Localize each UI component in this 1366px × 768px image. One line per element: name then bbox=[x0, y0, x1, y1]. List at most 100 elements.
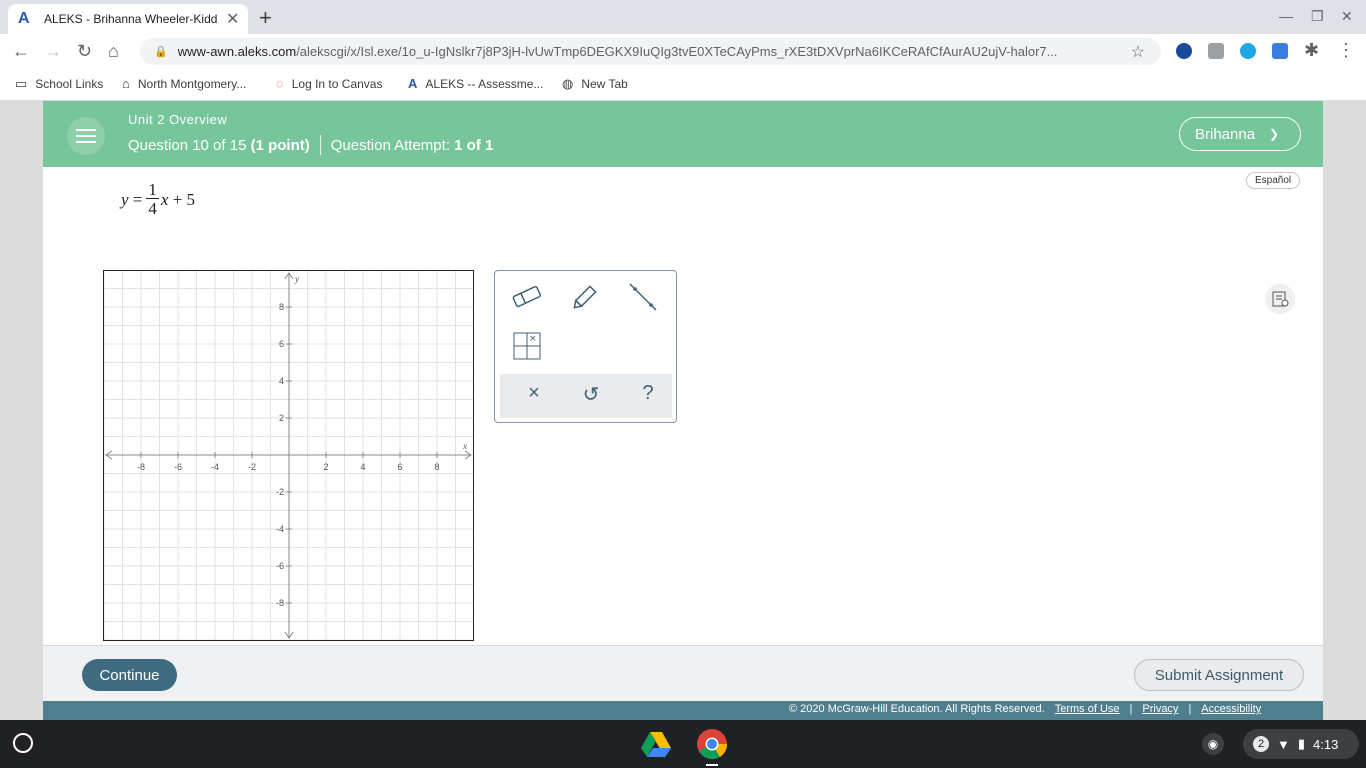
aleks-icon: A bbox=[408, 76, 418, 91]
attempt-value: 1 of 1 bbox=[454, 136, 494, 154]
bookmarks-bar: ▭ School Links ⌂ North Montgomery... ◌ Log … bbox=[0, 68, 1366, 101]
extension-icon[interactable] bbox=[1272, 43, 1288, 59]
graph-tools-panel: × × ↺ ? bbox=[494, 270, 677, 423]
y-tick-label: 2 bbox=[279, 413, 284, 423]
divider bbox=[319, 135, 321, 155]
new-tab-button[interactable]: + bbox=[259, 5, 272, 31]
undo-button[interactable]: ↺ bbox=[576, 382, 606, 407]
svg-text:×: × bbox=[529, 334, 537, 344]
y-tick-label: -6 bbox=[276, 561, 284, 571]
active-app-indicator bbox=[706, 764, 718, 766]
address-bar[interactable]: 🔒 www-awn.aleks.com/alekscgi/x/Isl.exe/1… bbox=[140, 38, 1161, 65]
wifi-icon: ▼ bbox=[1277, 736, 1290, 752]
restore-icon[interactable]: ❐ bbox=[1311, 8, 1324, 25]
user-menu-button[interactable]: Brihanna ❯ bbox=[1179, 117, 1301, 151]
notification-count: 2 bbox=[1253, 736, 1269, 752]
fraction: 1 4 bbox=[146, 180, 159, 218]
school-icon: ⌂ bbox=[122, 76, 130, 91]
x-tick-label: 2 bbox=[323, 462, 328, 472]
os-shelf: ◉ 2 ▼ ▮ 4:13 bbox=[0, 720, 1366, 768]
extensions-puzzle-icon[interactable]: ✱ bbox=[1304, 40, 1319, 61]
line-icon bbox=[629, 283, 657, 311]
bookmark-new-tab[interactable]: ◍ New Tab bbox=[562, 76, 628, 92]
extension-icon[interactable] bbox=[1240, 43, 1256, 59]
lock-icon: 🔒 bbox=[154, 46, 168, 58]
forward-icon[interactable]: → bbox=[44, 41, 62, 62]
battery-icon: ▮ bbox=[1297, 736, 1306, 751]
window-close-icon[interactable]: ✕ bbox=[1341, 8, 1353, 25]
attempt-label: Question Attempt: bbox=[330, 136, 450, 154]
x-tick-label: 4 bbox=[360, 462, 365, 472]
y-tick-label: 8 bbox=[279, 302, 284, 312]
y-tick-label: 6 bbox=[279, 339, 284, 349]
chrome-menu-icon[interactable]: ⋮ bbox=[1337, 40, 1355, 61]
extension-k-icon[interactable] bbox=[1176, 43, 1192, 59]
copyright-text: © 2020 McGraw-Hill Education. All Rights… bbox=[789, 703, 1045, 715]
grid-tool[interactable]: × bbox=[507, 326, 547, 366]
globe-icon: ◍ bbox=[562, 76, 574, 91]
eraser-icon bbox=[512, 285, 541, 308]
x-tick-label: -6 bbox=[174, 462, 182, 472]
aleks-app: Unit 2 Overview Question 10 of 15 (1 poi… bbox=[43, 101, 1323, 720]
y-tick-label: -4 bbox=[276, 524, 284, 534]
pencil-tool[interactable] bbox=[565, 277, 605, 317]
chrome-icon[interactable] bbox=[696, 728, 728, 760]
home-icon[interactable]: ⌂ bbox=[108, 41, 119, 62]
submit-assignment-button[interactable]: Submit Assignment bbox=[1134, 659, 1304, 691]
bookmark-star-icon[interactable]: ☆ bbox=[1131, 42, 1145, 62]
explanation-button[interactable] bbox=[1265, 284, 1295, 314]
reload-icon[interactable]: ↻ bbox=[77, 41, 92, 62]
line-tool[interactable] bbox=[623, 277, 663, 317]
bookmark-school-links[interactable]: ▭ School Links bbox=[15, 76, 103, 92]
y-tick-label: -2 bbox=[276, 487, 284, 497]
y-tick-label: -8 bbox=[276, 598, 284, 608]
chevron-down-icon: ❯ bbox=[1269, 127, 1280, 141]
espanol-button[interactable]: Español bbox=[1246, 172, 1301, 189]
extension-icon[interactable] bbox=[1208, 43, 1224, 59]
privacy-link[interactable]: Privacy bbox=[1142, 703, 1178, 715]
back-icon[interactable]: ← bbox=[12, 41, 30, 62]
unit-title: Unit 2 Overview bbox=[128, 112, 228, 127]
continue-button[interactable]: Continue bbox=[82, 659, 177, 691]
y-axis-label: y bbox=[294, 274, 299, 284]
eraser-tool[interactable] bbox=[507, 277, 547, 317]
canvas-icon: ◌ bbox=[276, 76, 284, 91]
google-drive-icon[interactable] bbox=[640, 730, 672, 758]
bookmark-canvas[interactable]: ◌ Log In to Canvas bbox=[276, 76, 382, 91]
bookmark-north-montgomery[interactable]: ⌂ North Montgomery... bbox=[122, 76, 246, 91]
y-tick-label: 4 bbox=[279, 376, 284, 386]
browser-tab[interactable]: A ALEKS - Brihanna Wheeler-Kidd - ✕ bbox=[8, 4, 248, 34]
question-info: Question 10 of 15 (1 point) Question Att… bbox=[128, 135, 493, 155]
pencil-icon bbox=[573, 285, 597, 309]
x-tick-label: -2 bbox=[248, 462, 256, 472]
coordinate-graph[interactable]: x y -8 -6 -4 -2 2 4 6 8 8 6 4 2 -2 -4 -6 -8 bbox=[103, 270, 474, 641]
x-tick-label: -4 bbox=[211, 462, 219, 472]
help-button[interactable]: ? bbox=[633, 382, 663, 405]
tools-action-bar: × ↺ ? bbox=[500, 374, 672, 418]
clear-button[interactable]: × bbox=[519, 382, 549, 405]
folder-icon: ▭ bbox=[15, 76, 28, 91]
url-text[interactable]: www-awn.aleks.com/alekscgi/x/Isl.exe/1o_… bbox=[178, 44, 1123, 59]
equation: y = 1 4 x + 5 bbox=[121, 180, 196, 218]
select-to-speak-icon[interactable]: ◉ bbox=[1202, 733, 1224, 755]
launcher-icon[interactable] bbox=[13, 733, 33, 753]
x-tick-label: -8 bbox=[137, 462, 145, 472]
page-background: Unit 2 Overview Question 10 of 15 (1 poi… bbox=[0, 101, 1366, 720]
terms-link[interactable]: Terms of Use bbox=[1055, 703, 1120, 715]
tab-title: ALEKS - Brihanna Wheeler-Kidd - bbox=[44, 12, 220, 26]
aleks-favicon-icon: A bbox=[18, 10, 30, 27]
question-number: Question 10 of 15 bbox=[128, 136, 247, 154]
browser-toolbar: ← → ↻ ⌂ 🔒 www-awn.aleks.com/alekscgi/x/I… bbox=[0, 34, 1366, 68]
question-points: (1 point) bbox=[250, 136, 310, 154]
hamburger-menu-button[interactable] bbox=[67, 117, 105, 155]
status-tray[interactable]: 2 ▼ ▮ 4:13 bbox=[1243, 729, 1359, 759]
graph-canvas[interactable]: x y -8 -6 -4 -2 2 4 6 8 8 6 4 2 -2 -4 -6 -8 bbox=[103, 271, 473, 641]
bookmark-aleks[interactable]: A ALEKS -- Assessme... bbox=[408, 76, 543, 91]
tab-close-icon[interactable]: ✕ bbox=[226, 9, 239, 29]
x-tick-label: 8 bbox=[434, 462, 439, 472]
minimize-icon[interactable]: — bbox=[1279, 8, 1293, 24]
x-tick-label: 6 bbox=[397, 462, 402, 472]
accessibility-link[interactable]: Accessibility bbox=[1201, 703, 1261, 715]
user-name: Brihanna bbox=[1195, 125, 1256, 143]
grid-icon: × bbox=[513, 332, 541, 360]
